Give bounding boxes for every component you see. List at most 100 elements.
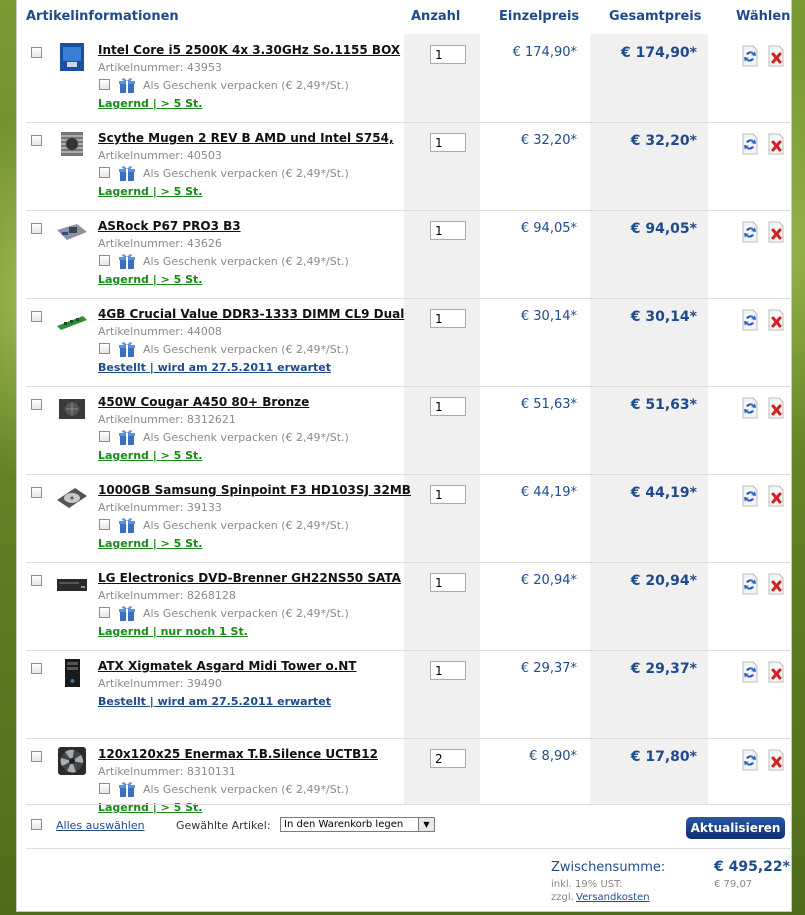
item-title-link[interactable]: 1000GB Samsung Spinpoint F3 HD103SJ 32MB bbox=[98, 483, 411, 497]
total-price: € 44,19* bbox=[630, 485, 697, 501]
gift-wrap-checkbox[interactable] bbox=[99, 431, 110, 442]
shipping-prefix: zzgl. bbox=[551, 892, 574, 903]
cart-row: 120x120x25 Enermax T.B.Silence UCTB12 Art… bbox=[26, 738, 792, 814]
select-all-checkbox[interactable] bbox=[31, 819, 42, 830]
quantity-input[interactable] bbox=[430, 133, 466, 152]
cart-row: 450W Cougar A450 80+ Bronze Artikelnummer… bbox=[26, 386, 792, 475]
availability-link[interactable]: Lagernd | > 5 St. bbox=[98, 449, 202, 462]
gift-box-icon bbox=[118, 428, 136, 446]
availability-link[interactable]: Lagernd | > 5 St. bbox=[98, 185, 202, 198]
item-select-checkbox[interactable] bbox=[31, 663, 42, 674]
availability-link[interactable]: Lagernd | nur noch 1 St. bbox=[98, 625, 248, 638]
remove-item-icon[interactable] bbox=[766, 485, 786, 507]
remove-item-icon[interactable] bbox=[766, 749, 786, 771]
gift-wrap-checkbox[interactable] bbox=[99, 167, 110, 178]
total-price: € 174,90* bbox=[621, 45, 697, 61]
unit-price: € 30,14* bbox=[520, 309, 577, 324]
move-to-wishlist-icon[interactable] bbox=[740, 485, 760, 507]
gift-wrap-label: Als Geschenk verpacken (€ 2,49*/St.) bbox=[143, 783, 349, 796]
total-price: € 17,80* bbox=[630, 749, 697, 765]
cpu-box-icon bbox=[55, 42, 89, 72]
gift-wrap-checkbox[interactable] bbox=[99, 79, 110, 90]
gift-wrap-checkbox[interactable] bbox=[99, 519, 110, 530]
shipping-costs-link[interactable]: Versandkosten bbox=[576, 892, 650, 903]
remove-item-icon[interactable] bbox=[766, 397, 786, 419]
item-select-checkbox[interactable] bbox=[31, 135, 42, 146]
availability-link[interactable]: Bestellt | wird am 27.5.2011 erwartet bbox=[98, 361, 331, 374]
gift-box-icon bbox=[118, 164, 136, 182]
motherboard-icon bbox=[55, 218, 89, 248]
chevron-down-icon[interactable]: ▼ bbox=[418, 818, 434, 831]
item-select-checkbox[interactable] bbox=[31, 751, 42, 762]
item-article-number: Artikelnummer: 8312621 bbox=[98, 413, 236, 426]
dvd-drive-icon bbox=[55, 570, 89, 600]
move-to-wishlist-icon[interactable] bbox=[740, 749, 760, 771]
quantity-input[interactable] bbox=[430, 221, 466, 240]
move-to-wishlist-icon[interactable] bbox=[740, 573, 760, 595]
total-price: € 20,94* bbox=[630, 573, 697, 589]
hard-drive-icon bbox=[55, 482, 89, 512]
item-title-link[interactable]: Scythe Mugen 2 REV B AMD und Intel S754, bbox=[98, 131, 394, 145]
gift-box-icon bbox=[118, 340, 136, 358]
unit-price: € 174,90* bbox=[512, 45, 577, 60]
header-quantity: Anzahl bbox=[411, 9, 461, 24]
move-to-wishlist-icon[interactable] bbox=[740, 221, 760, 243]
availability-link[interactable]: Lagernd | > 5 St. bbox=[98, 801, 202, 814]
bulk-action-select[interactable]: In den Warenkorb legen ▼ bbox=[280, 817, 435, 832]
summary-divider bbox=[26, 848, 792, 849]
gift-wrap-checkbox[interactable] bbox=[99, 607, 110, 618]
availability-link[interactable]: Lagernd | > 5 St. bbox=[98, 97, 202, 110]
remove-item-icon[interactable] bbox=[766, 133, 786, 155]
quantity-input[interactable] bbox=[430, 573, 466, 592]
availability-link[interactable]: Bestellt | wird am 27.5.2011 erwartet bbox=[98, 695, 331, 708]
gift-wrap-checkbox[interactable] bbox=[99, 343, 110, 354]
total-price: € 29,37* bbox=[630, 661, 697, 677]
total-price: € 30,14* bbox=[630, 309, 697, 325]
header-unit-price: Einzelpreis bbox=[499, 9, 580, 24]
item-select-checkbox[interactable] bbox=[31, 223, 42, 234]
quantity-input[interactable] bbox=[430, 485, 466, 504]
vat-value: € 79,07 bbox=[714, 879, 753, 890]
total-price: € 51,63* bbox=[630, 397, 697, 413]
gift-box-icon bbox=[118, 252, 136, 270]
item-title-link[interactable]: ASRock P67 PRO3 B3 bbox=[98, 219, 241, 233]
item-title-link[interactable]: Intel Core i5 2500K 4x 3.30GHz So.1155 B… bbox=[98, 43, 400, 57]
remove-item-icon[interactable] bbox=[766, 45, 786, 67]
quantity-input[interactable] bbox=[430, 309, 466, 328]
item-select-checkbox[interactable] bbox=[31, 399, 42, 410]
availability-link[interactable]: Lagernd | > 5 St. bbox=[98, 537, 202, 550]
item-select-checkbox[interactable] bbox=[31, 575, 42, 586]
gift-wrap-label: Als Geschenk verpacken (€ 2,49*/St.) bbox=[143, 79, 349, 92]
move-to-wishlist-icon[interactable] bbox=[740, 309, 760, 331]
item-title-link[interactable]: LG Electronics DVD-Brenner GH22NS50 SATA bbox=[98, 571, 401, 585]
move-to-wishlist-icon[interactable] bbox=[740, 397, 760, 419]
subtotal-value: € 495,22* bbox=[714, 859, 790, 875]
update-button[interactable]: Aktualisieren bbox=[686, 817, 785, 839]
select-all-link[interactable]: Alles auswählen bbox=[56, 819, 145, 832]
item-title-link[interactable]: ATX Xigmatek Asgard Midi Tower o.NT bbox=[98, 659, 357, 673]
quantity-input[interactable] bbox=[430, 397, 466, 416]
quantity-input[interactable] bbox=[430, 661, 466, 680]
item-title-link[interactable]: 120x120x25 Enermax T.B.Silence UCTB12 bbox=[98, 747, 378, 761]
quantity-input[interactable] bbox=[430, 45, 466, 64]
header-article-info: Artikelinformationen bbox=[26, 9, 179, 24]
gift-wrap-label: Als Geschenk verpacken (€ 2,49*/St.) bbox=[143, 255, 349, 268]
remove-item-icon[interactable] bbox=[766, 661, 786, 683]
move-to-wishlist-icon[interactable] bbox=[740, 45, 760, 67]
move-to-wishlist-icon[interactable] bbox=[740, 133, 760, 155]
remove-item-icon[interactable] bbox=[766, 221, 786, 243]
gift-wrap-checkbox[interactable] bbox=[99, 783, 110, 794]
item-article-number: Artikelnummer: 39490 bbox=[98, 677, 222, 690]
remove-item-icon[interactable] bbox=[766, 573, 786, 595]
move-to-wishlist-icon[interactable] bbox=[740, 661, 760, 683]
remove-item-icon[interactable] bbox=[766, 309, 786, 331]
item-title-link[interactable]: 450W Cougar A450 80+ Bronze bbox=[98, 395, 309, 409]
item-title-link[interactable]: 4GB Crucial Value DDR3-1333 DIMM CL9 Dua… bbox=[98, 307, 404, 321]
gift-box-icon bbox=[118, 76, 136, 94]
gift-wrap-checkbox[interactable] bbox=[99, 255, 110, 266]
availability-link[interactable]: Lagernd | > 5 St. bbox=[98, 273, 202, 286]
quantity-input[interactable] bbox=[430, 749, 466, 768]
item-select-checkbox[interactable] bbox=[31, 311, 42, 322]
item-select-checkbox[interactable] bbox=[31, 47, 42, 58]
item-select-checkbox[interactable] bbox=[31, 487, 42, 498]
